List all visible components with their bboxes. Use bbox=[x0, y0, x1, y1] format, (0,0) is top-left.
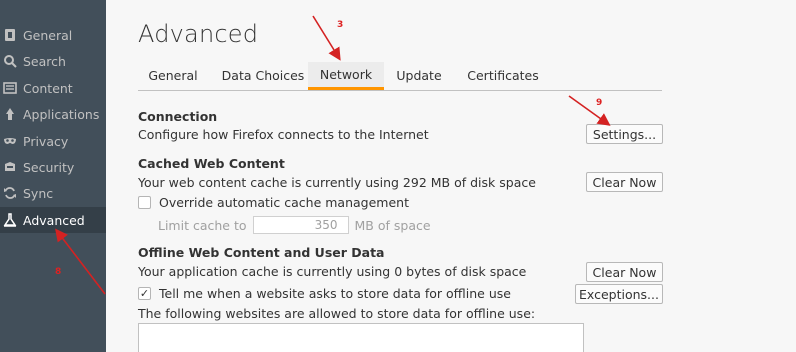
connection-description: Configure how Firefox connects to the In… bbox=[138, 127, 429, 142]
sidebar-item-general[interactable]: General bbox=[0, 22, 106, 48]
sidebar-item-label: Content bbox=[23, 80, 73, 96]
limit-cache-row: Limit cache to MB of space bbox=[158, 216, 431, 234]
privacy-mask-icon bbox=[3, 134, 17, 148]
sidebar-item-label: Sync bbox=[23, 185, 54, 201]
cache-size-input[interactable] bbox=[252, 216, 349, 234]
offline-notify-checkbox[interactable]: ✓ bbox=[138, 287, 151, 300]
applications-icon bbox=[3, 107, 17, 121]
connection-heading: Connection bbox=[138, 109, 218, 124]
tab-label: Update bbox=[396, 67, 442, 83]
sidebar-annotation-number: 8 bbox=[55, 267, 62, 277]
override-cache-row: Override automatic cache management bbox=[138, 195, 409, 210]
sidebar-item-search[interactable]: Search bbox=[0, 48, 106, 74]
page-title: Advanced bbox=[138, 20, 259, 48]
cache-usage-description: Your web content cache is currently usin… bbox=[138, 175, 536, 190]
clear-offline-button[interactable]: Clear Now bbox=[586, 262, 663, 282]
sidebar-item-applications[interactable]: Applications bbox=[0, 101, 106, 127]
category-sidebar: General Search Content Applications Priv… bbox=[0, 0, 106, 352]
sidebar-item-advanced[interactable]: Advanced bbox=[0, 207, 106, 233]
offline-allowed-label: The following websites are allowed to st… bbox=[138, 306, 536, 321]
sync-icon bbox=[3, 186, 17, 200]
sidebar-item-label: Privacy bbox=[23, 133, 69, 149]
tab-data-choices[interactable]: Data Choices bbox=[208, 62, 318, 88]
content-icon bbox=[3, 81, 17, 95]
tab-label: Data Choices bbox=[221, 67, 305, 83]
security-icon bbox=[3, 160, 17, 174]
sidebar-item-privacy[interactable]: Privacy bbox=[0, 128, 106, 154]
tab-certificates[interactable]: Certificates bbox=[456, 62, 550, 88]
offline-exceptions-button[interactable]: Exceptions... bbox=[575, 284, 663, 304]
sidebar-item-content[interactable]: Content bbox=[0, 75, 106, 101]
override-cache-checkbox[interactable] bbox=[138, 196, 151, 209]
sidebar-item-label: Search bbox=[23, 53, 66, 69]
sidebar-item-security[interactable]: Security bbox=[0, 154, 106, 180]
tab-network[interactable]: Network bbox=[308, 62, 384, 90]
cached-content-heading: Cached Web Content bbox=[138, 156, 285, 171]
clear-cache-button[interactable]: Clear Now bbox=[586, 172, 663, 192]
sidebar-item-label: Security bbox=[23, 159, 75, 175]
tab-label: Network bbox=[319, 67, 373, 82]
tab-bar: General Data Choices Network Update Cert… bbox=[138, 62, 662, 91]
tab-general[interactable]: General bbox=[138, 62, 208, 88]
override-cache-label: Override automatic cache management bbox=[159, 195, 409, 210]
settings-annotation-number: 9 bbox=[596, 98, 603, 108]
offline-data-heading: Offline Web Content and User Data bbox=[138, 245, 385, 260]
sidebar-item-sync[interactable]: Sync bbox=[0, 180, 106, 206]
tab-label: Certificates bbox=[467, 67, 539, 83]
main-panel: Advanced General Data Choices Network Up… bbox=[106, 0, 796, 352]
advanced-icon bbox=[3, 213, 17, 227]
general-icon bbox=[3, 28, 17, 42]
limit-cache-label: Limit cache to bbox=[158, 217, 247, 233]
tab-annotation-number: 3 bbox=[337, 20, 344, 30]
tab-update[interactable]: Update bbox=[388, 62, 450, 88]
connection-settings-button[interactable]: Settings... bbox=[586, 124, 663, 144]
offline-notify-row: ✓ Tell me when a website asks to store d… bbox=[138, 286, 511, 301]
tab-label: General bbox=[148, 67, 198, 83]
offline-sites-list[interactable] bbox=[138, 323, 584, 352]
offline-notify-label: Tell me when a website asks to store dat… bbox=[159, 286, 511, 301]
sidebar-item-label: Advanced bbox=[23, 212, 85, 228]
limit-cache-unit: MB of space bbox=[354, 217, 431, 233]
sidebar-item-label: General bbox=[23, 27, 73, 43]
sidebar-item-label: Applications bbox=[23, 106, 100, 122]
search-icon bbox=[3, 54, 17, 68]
offline-usage-description: Your application cache is currently usin… bbox=[138, 264, 527, 279]
